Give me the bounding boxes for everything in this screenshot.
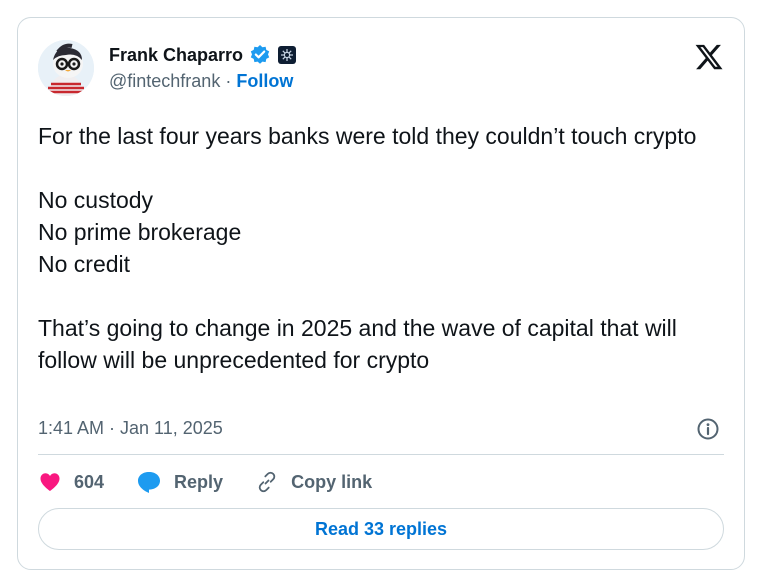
tweet-line-break xyxy=(38,280,728,312)
verified-badge-icon xyxy=(249,44,271,66)
read-replies-button[interactable]: Read 33 replies xyxy=(38,508,724,550)
handle-separator: · xyxy=(225,71,232,91)
tweet-timestamp[interactable]: 1:41 AM · Jan 11, 2025 xyxy=(38,418,223,439)
x-logo-icon[interactable] xyxy=(694,42,724,72)
copy-link-label: Copy link xyxy=(291,471,373,492)
link-icon xyxy=(258,471,276,493)
follow-button[interactable]: Follow xyxy=(236,71,293,91)
tweet-line: For the last four years banks were told … xyxy=(38,123,697,149)
divider xyxy=(38,454,724,455)
tweet-line-break xyxy=(38,152,728,184)
avatar[interactable] xyxy=(38,40,94,96)
tweet-line: That’s going to change in 2025 and the w… xyxy=(38,315,677,373)
author-name-row: Frank Chaparro xyxy=(109,44,297,66)
author-handle-row: @fintechfrank · Follow xyxy=(109,71,293,92)
author-handle[interactable]: @fintechfrank xyxy=(109,71,220,91)
copy-link-button[interactable]: Copy link xyxy=(255,470,372,494)
reply-bubble-icon xyxy=(138,472,161,493)
tweet-card[interactable]: Frank Chaparro @fintechfrank · Follow Fo… xyxy=(17,17,745,570)
reply-label: Reply xyxy=(174,471,224,492)
like-button[interactable]: 604 xyxy=(38,470,104,494)
info-icon[interactable] xyxy=(696,417,720,441)
tweet-line: No prime brokerage xyxy=(38,219,242,245)
heart-icon xyxy=(40,473,60,491)
reply-button[interactable]: Reply xyxy=(136,470,223,494)
penguin-avatar-icon xyxy=(38,40,94,96)
author-name[interactable]: Frank Chaparro xyxy=(109,45,243,66)
tweet-text: For the last four years banks were told … xyxy=(38,120,728,376)
action-bar: 604 Reply Copy link xyxy=(38,470,404,494)
like-count: 604 xyxy=(74,471,105,492)
tweet-line: No custody xyxy=(38,187,154,213)
tweet-line: No credit xyxy=(38,251,131,277)
affiliate-badge-icon[interactable] xyxy=(277,45,297,65)
